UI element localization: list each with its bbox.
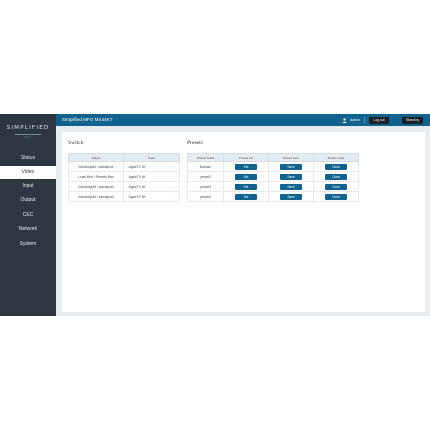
preset-save-button[interactable]: Save	[280, 183, 303, 190]
presets-title: Presets	[187, 140, 203, 146]
preset-clear-button[interactable]: Clear	[325, 193, 347, 200]
chevron-down-icon: ⌄	[172, 194, 175, 199]
input-select-value: AppleTV 4K	[128, 164, 146, 169]
brand-logo: SIMPLIFIED	[6, 125, 50, 131]
header-divider	[364, 117, 365, 123]
chevron-down-icon: ⌄	[172, 164, 175, 169]
preset-name: preset3	[186, 181, 225, 192]
sidebar-item-video[interactable]: Video	[0, 166, 56, 179]
preset-save-button[interactable]: Save	[280, 163, 303, 170]
output-name: hdmioutput3 / catoutput3	[67, 181, 125, 192]
preset-clear-button[interactable]: Clear	[325, 173, 347, 180]
table-header-row: Presets Name Presets Set Presets Save Pr…	[186, 153, 359, 162]
table-row: preset3 Set Save Clear	[186, 181, 359, 192]
table-row: hdmioutput1 / catoutput1 AppleTV 4K ⌄	[67, 161, 180, 172]
logo-divider	[15, 134, 41, 135]
output-name: Local Mon / Remote Mon	[67, 171, 125, 182]
table-row: Batman Set Save Clear	[186, 161, 359, 172]
presets-table: Presets Name Presets Set Presets Save Pr…	[186, 153, 359, 202]
sidebar: SIMPLIFIED MFG Status Video Input Output…	[0, 114, 56, 316]
preset-name: preset2	[186, 171, 225, 182]
preset-set-button[interactable]: Set	[235, 163, 258, 170]
column-header-presets-name: Presets Name	[186, 153, 225, 162]
column-header-presets-save: Presets Save	[268, 153, 315, 162]
video-panel: Switch Output Input hdmioutput1 / catout…	[62, 132, 425, 312]
preset-set-button[interactable]: Set	[235, 193, 258, 200]
output-name: hdmioutput4 / catoutput4	[67, 191, 125, 202]
column-header-presets-set: Presets Set	[223, 153, 270, 162]
chevron-down-icon: ⌄	[172, 184, 175, 189]
sidebar-item-input[interactable]: Input	[0, 180, 56, 193]
input-select-value: AppleTV 4K	[128, 194, 146, 199]
user-icon	[342, 117, 347, 123]
column-header-input: Input	[123, 153, 180, 162]
preset-set-button[interactable]: Set	[235, 173, 258, 180]
column-header-output: Output	[67, 153, 125, 162]
preset-clear-button[interactable]: Clear	[325, 163, 347, 170]
table-row: hdmioutput4 / catoutput4 AppleTV 4K ⌄	[67, 191, 180, 202]
input-select-value: AppleTV 4K	[128, 184, 146, 189]
brand-logo-sub: MFG	[24, 136, 32, 139]
table-header-row: Output Input	[67, 153, 180, 162]
table-row: Local Mon / Remote Mon AppleTV 4K ⌄	[67, 171, 180, 182]
preset-name: Batman	[186, 161, 225, 172]
preset-set-button[interactable]: Set	[235, 183, 258, 190]
table-row: preset2 Set Save Clear	[186, 171, 359, 182]
switch-table: Output Input hdmioutput1 / catoutput1 Ap…	[67, 153, 180, 202]
column-header-presets-clear: Presets Clear	[313, 153, 359, 162]
standby-button[interactable]: Stand by	[402, 116, 423, 124]
sidebar-item-output[interactable]: Output	[0, 194, 56, 207]
chevron-down-icon: ⌄	[172, 174, 175, 179]
table-row: preset4 Set Save Clear	[186, 191, 359, 202]
input-select[interactable]: AppleTV 4K ⌄	[123, 181, 180, 192]
input-select[interactable]: AppleTV 4K ⌄	[123, 191, 180, 202]
app-window: SIMPLIFIED MFG Status Video Input Output…	[0, 114, 430, 316]
output-name: hdmioutput1 / catoutput1	[67, 161, 125, 172]
preset-clear-button[interactable]: Clear	[325, 183, 347, 190]
sidebar-item-system[interactable]: System	[0, 238, 56, 251]
sidebar-item-status[interactable]: Status	[0, 152, 56, 165]
table-row: hdmioutput3 / catoutput3 AppleTV 4K ⌄	[67, 181, 180, 192]
user-name[interactable]: Admin	[350, 114, 360, 126]
sidebar-item-cec[interactable]: CEC	[0, 209, 56, 222]
input-select-value: AppleTV 4K	[128, 174, 146, 179]
preset-save-button[interactable]: Save	[280, 193, 303, 200]
logout-button[interactable]: Log out	[369, 116, 389, 124]
switch-title: Switch	[68, 140, 84, 146]
app-title: Simplified MFG MX44KT	[62, 117, 113, 122]
sidebar-item-network[interactable]: Network	[0, 223, 56, 236]
preset-save-button[interactable]: Save	[280, 173, 303, 180]
preset-name: preset4	[186, 191, 225, 202]
input-select[interactable]: AppleTV 4K ⌄	[123, 171, 180, 182]
input-select[interactable]: AppleTV 4K ⌄	[123, 161, 180, 172]
top-bar: Simplified MFG MX44KT Admin Log out Stan…	[56, 114, 430, 126]
